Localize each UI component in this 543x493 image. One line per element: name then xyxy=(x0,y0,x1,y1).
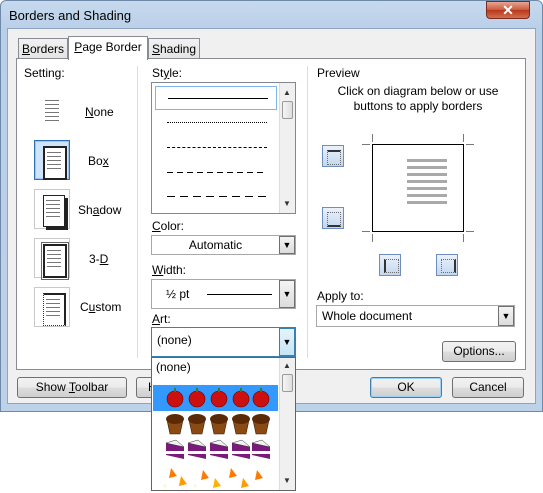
setting-3d-label[interactable]: 3-D xyxy=(89,252,108,266)
scroll-thumb[interactable] xyxy=(282,101,293,119)
apply-to-value: Whole document xyxy=(322,309,413,323)
art-option-apples[interactable] xyxy=(153,385,278,411)
scroll-up-icon[interactable]: ▲ xyxy=(283,361,291,370)
style-item-dashed-medium[interactable] xyxy=(167,172,267,173)
tab-page-border[interactable]: Page Border xyxy=(68,36,148,60)
style-label: Style: xyxy=(152,66,183,80)
color-label: Color: xyxy=(152,219,185,233)
width-label: Width: xyxy=(152,263,187,277)
art-option-none[interactable]: (none) xyxy=(156,360,191,374)
preview-page[interactable] xyxy=(372,144,464,232)
style-item-selected[interactable] xyxy=(155,86,277,110)
left-border-button[interactable] xyxy=(379,254,401,276)
setting-shadow-label[interactable]: Shadow xyxy=(78,203,121,217)
color-value: Automatic xyxy=(188,238,243,252)
ok-button[interactable]: OK xyxy=(370,377,442,398)
art-scrollbar[interactable]: ▲ ▼ xyxy=(279,358,295,490)
chevron-down-icon[interactable]: ▼ xyxy=(279,236,295,254)
separator-right xyxy=(307,66,308,358)
style-listbox[interactable]: ▲ ▼ xyxy=(151,82,296,214)
art-combo[interactable]: (none) ▼ xyxy=(151,327,296,357)
apply-to-label-text: Apply to: xyxy=(317,289,364,303)
style-item-dotted[interactable] xyxy=(167,122,267,123)
preview-label: Preview xyxy=(317,66,360,80)
style-item-dashed-small[interactable] xyxy=(167,147,267,148)
style-item-dashed-long[interactable] xyxy=(167,196,267,197)
art-option-cakes[interactable] xyxy=(153,437,278,463)
scroll-down-icon[interactable]: ▼ xyxy=(283,199,291,208)
width-value: ½ pt xyxy=(166,287,190,301)
art-value: (none) xyxy=(157,333,192,347)
tab-shading[interactable]: Shading xyxy=(148,38,200,59)
setting-shadow-icon[interactable] xyxy=(34,189,70,229)
tab-borders[interactable]: Borders xyxy=(18,38,68,59)
cancel-button[interactable]: Cancel xyxy=(452,377,524,398)
setting-3d-icon[interactable] xyxy=(34,238,70,280)
width-combo[interactable]: ½ pt ▼ xyxy=(151,279,296,309)
color-combo[interactable]: Automatic ▼ xyxy=(151,235,296,255)
setting-label: Setting: xyxy=(24,66,65,80)
setting-custom-label[interactable]: Custom xyxy=(80,300,121,314)
options-button[interactable]: Options... xyxy=(442,341,516,362)
chevron-down-icon[interactable]: ▼ xyxy=(498,306,514,326)
close-button[interactable]: ✕ xyxy=(486,1,530,19)
right-border-button[interactable] xyxy=(436,254,458,276)
top-border-button[interactable] xyxy=(322,145,344,167)
border-bottom-icon xyxy=(327,212,341,227)
scroll-thumb[interactable] xyxy=(282,374,293,392)
preview-instruction: Click on diagram below or use buttons to… xyxy=(337,84,499,113)
separator-left xyxy=(137,66,138,358)
scroll-up-icon[interactable]: ▲ xyxy=(283,88,291,97)
scroll-down-icon[interactable]: ▼ xyxy=(283,476,291,485)
style-scrollbar[interactable]: ▲ ▼ xyxy=(279,83,295,213)
bottom-border-button[interactable] xyxy=(322,207,344,229)
setting-box-icon[interactable] xyxy=(34,140,70,180)
art-option-candy-corn[interactable] xyxy=(153,464,278,490)
apply-to-combo[interactable]: Whole document ▼ xyxy=(316,305,515,327)
show-toolbar-button[interactable]: Show Toolbar xyxy=(17,377,127,398)
border-top-icon xyxy=(327,150,341,165)
border-left-icon xyxy=(384,259,399,273)
chevron-down-icon[interactable]: ▼ xyxy=(279,280,295,308)
close-icon: ✕ xyxy=(502,2,514,18)
setting-box-label[interactable]: Box xyxy=(88,154,109,168)
dialog-title: Borders and Shading xyxy=(9,8,132,23)
border-right-icon xyxy=(441,259,456,273)
art-option-cupcakes[interactable] xyxy=(153,412,278,436)
art-dropdown-list[interactable]: (none) ▲ ▼ xyxy=(151,357,296,491)
art-label: Art: xyxy=(152,312,171,326)
chevron-down-icon[interactable]: ▼ xyxy=(279,328,295,356)
width-line-sample xyxy=(207,294,272,295)
setting-none-label[interactable]: None xyxy=(85,105,114,119)
setting-custom-icon[interactable] xyxy=(34,287,70,327)
preview-diagram[interactable] xyxy=(362,134,474,242)
setting-none-icon[interactable] xyxy=(34,91,70,131)
